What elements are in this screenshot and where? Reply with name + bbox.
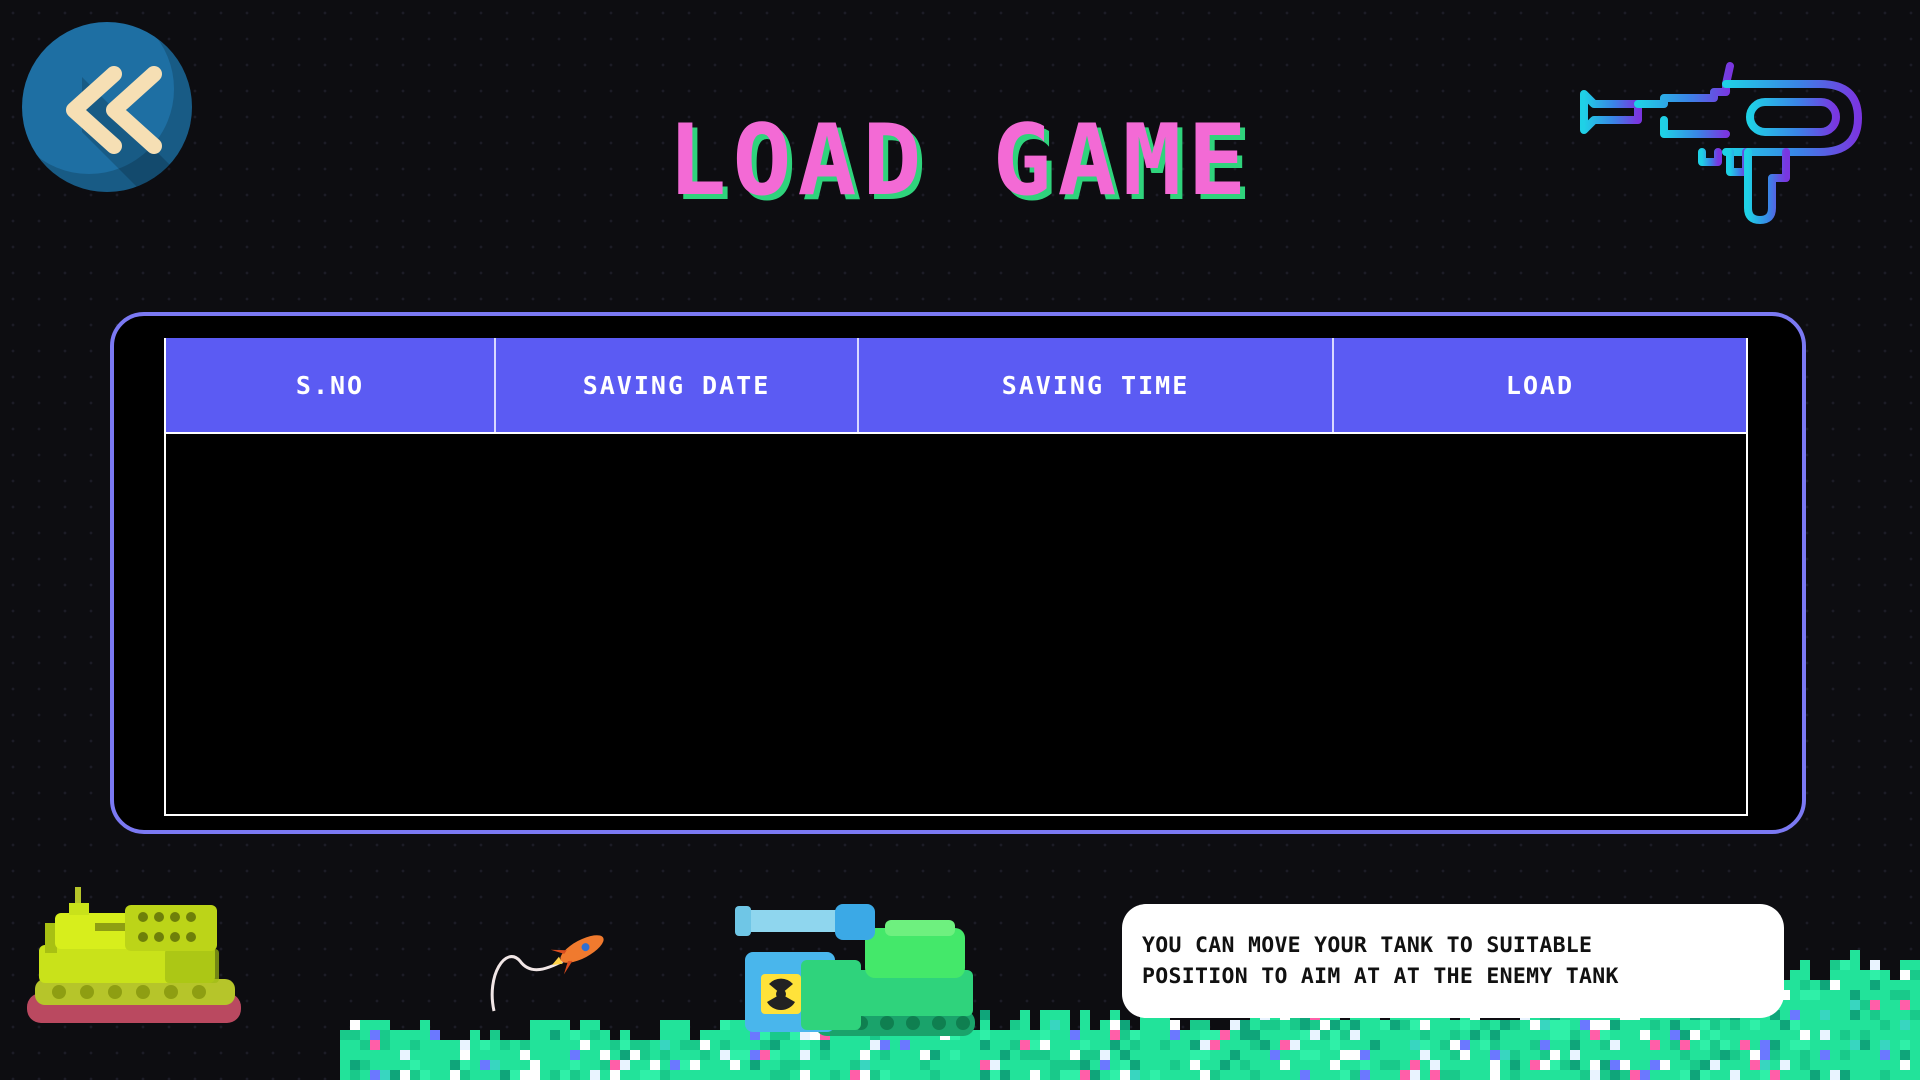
table-header: S.NO SAVING DATE SAVING TIME LOAD [166,338,1746,434]
column-header-sno: S.NO [166,338,496,432]
column-header-load: LOAD [1505,370,1575,400]
player-tank-sprite [735,904,975,1036]
saves-panel: S.NO SAVING DATE SAVING TIME LOAD [110,312,1806,834]
column-header-saving-time: SAVING TIME [859,338,1334,432]
column-header-saving-date: SAVING DATE [496,338,859,432]
tip-text: YOU CAN MOVE YOUR TANK TO SUITABLE POSIT… [1142,933,1619,989]
saves-table: S.NO SAVING DATE SAVING TIME LOAD [164,338,1748,816]
tip-bubble: YOU CAN MOVE YOUR TANK TO SUITABLE POSIT… [1122,904,1784,1018]
blaster-icon [1580,62,1862,224]
load-game-screen: LOAD GAME S.NO SAVING DATE SAVING TIME L… [0,0,1920,1080]
rocket-sprite [490,935,604,1012]
enemy-tank-sprite [27,887,241,1023]
